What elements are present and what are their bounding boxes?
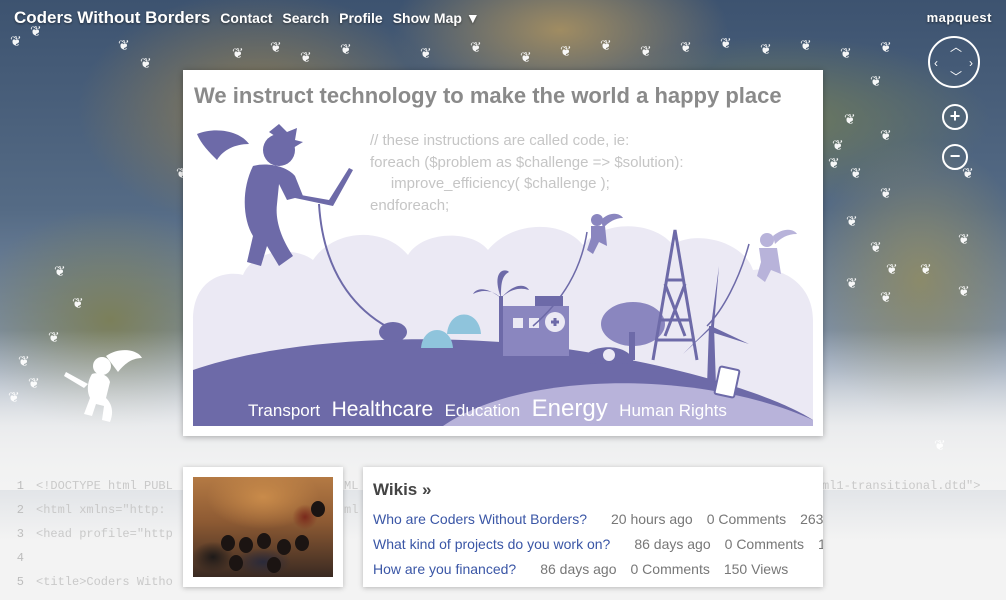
map-angel-icon [64, 350, 142, 422]
wiki-row: Who are Coders Without Borders? 20 hours … [373, 511, 823, 527]
top-nav: Coders Without Borders Contact Search Pr… [14, 8, 480, 28]
line-number: 1 [16, 479, 24, 493]
wiki-views: 263 Vi [800, 511, 823, 527]
line-number: 4 [16, 551, 24, 565]
map-marker-icon[interactable]: ❦ [470, 40, 482, 54]
map-marker-icon[interactable]: ❦ [870, 74, 882, 88]
hero-illustration [193, 124, 813, 426]
map-marker-icon[interactable]: ❦ [18, 354, 30, 368]
code-snippet: // these instructions are called code, i… [370, 132, 684, 214]
topic-healthcare[interactable]: Healthcare [332, 398, 434, 421]
map-marker-icon[interactable]: ❦ [832, 138, 844, 152]
hero-card: We instruct technology to make the world… [183, 70, 823, 436]
mobile-phone-icon [713, 365, 741, 399]
nav-link-show-map[interactable]: Show Map ▼ [393, 10, 480, 26]
map-marker-icon[interactable]: ❦ [48, 330, 60, 344]
wiki-comments: 0 Comments [630, 561, 710, 577]
photo-card [183, 467, 343, 587]
hero-heading: We instruct technology to make the world… [194, 83, 782, 108]
wiki-views: 150 Views [723, 561, 789, 577]
map-marker-icon[interactable]: ❦ [420, 46, 432, 60]
map-marker-icon[interactable]: ❦ [140, 56, 152, 70]
wikis-title[interactable]: Wikis » [373, 480, 431, 500]
map-marker-icon[interactable]: ❦ [118, 38, 130, 52]
wiki-time: 86 days ago [540, 561, 617, 577]
map-marker-icon[interactable]: ❦ [600, 38, 612, 52]
line-number: 3 [16, 527, 24, 541]
nav-link-profile[interactable]: Profile [339, 10, 383, 26]
map-marker-icon[interactable]: ❦ [640, 44, 652, 58]
code-text: <html xmlns="http: [36, 503, 166, 517]
topic-transport[interactable]: Transport [248, 401, 320, 420]
map-marker-icon[interactable]: ❦ [560, 44, 572, 58]
map-marker-icon[interactable]: ❦ [340, 42, 352, 56]
wiki-row: How are you financed? 86 days ago 0 Commen… [373, 561, 802, 577]
map-marker-icon[interactable]: ❦ [300, 50, 312, 64]
map-marker-icon[interactable]: ❦ [870, 240, 882, 254]
map-marker-icon[interactable]: ❦ [920, 262, 932, 276]
map-marker-icon[interactable]: ❦ [10, 34, 22, 48]
topic-energy[interactable]: Energy [532, 395, 608, 422]
wiki-views: 15 [818, 536, 823, 552]
pan-right-icon[interactable]: › [969, 57, 973, 69]
mapquest-logo: mapquest [926, 10, 992, 25]
topic-human-rights[interactable]: Human Rights [619, 401, 727, 420]
line-number: 2 [16, 503, 24, 517]
wiki-link[interactable]: Who are Coders Without Borders? [373, 511, 587, 527]
map-marker-icon[interactable]: ❦ [8, 390, 20, 404]
classroom-photo[interactable] [193, 477, 333, 577]
map-marker-icon[interactable]: ❦ [520, 50, 532, 64]
map-marker-icon[interactable]: ❦ [232, 46, 244, 60]
map-marker-icon[interactable]: ❦ [846, 276, 858, 290]
map-marker-icon[interactable]: ❦ [934, 438, 946, 452]
map-marker-icon[interactable]: ❦ [760, 42, 772, 56]
map-marker-icon[interactable]: ❦ [880, 290, 892, 304]
nav-link-search[interactable]: Search [282, 10, 329, 26]
map-marker-icon[interactable]: ❦ [54, 264, 66, 278]
wiki-comments: 0 Comments [706, 511, 787, 527]
pan-up-icon[interactable]: ︿ [950, 41, 962, 53]
wiki-link[interactable]: How are you financed? [373, 561, 516, 577]
map-marker-icon[interactable]: ❦ [720, 36, 732, 50]
code-text: <!DOCTYPE html PUBL [36, 479, 173, 493]
map-marker-icon[interactable]: ❦ [886, 262, 898, 276]
map-marker-icon[interactable]: ❦ [880, 40, 892, 54]
code-text-fragment: ml1-transitional.dtd"> [822, 479, 981, 493]
pan-left-icon[interactable]: ‹ [934, 57, 938, 69]
topic-list: Transport Healthcare Education Energy Hu… [248, 395, 734, 423]
code-text-fragment: ml [344, 503, 359, 517]
map-marker-icon[interactable]: ❦ [72, 296, 84, 310]
code-text-fragment: ML [344, 479, 359, 493]
wiki-time: 86 days ago [634, 536, 711, 552]
nav-link-contact[interactable]: Contact [220, 10, 272, 26]
map-marker-icon[interactable]: ❦ [844, 112, 856, 126]
map-marker-icon[interactable]: ❦ [840, 46, 852, 60]
line-number: 5 [16, 575, 24, 589]
wiki-row: What kind of projects do you work on? 86 … [373, 536, 823, 552]
map-marker-icon[interactable]: ❦ [850, 166, 862, 180]
map-marker-icon[interactable]: ❦ [958, 284, 970, 298]
map-marker-icon[interactable]: ❦ [800, 38, 812, 52]
map-marker-icon[interactable]: ❦ [28, 376, 40, 390]
map-marker-icon[interactable]: ❦ [880, 128, 892, 142]
pan-down-icon[interactable]: ﹀ [950, 71, 962, 83]
map-marker-icon[interactable]: ❦ [846, 214, 858, 228]
zoom-out-button[interactable]: − [942, 144, 968, 170]
code-text: <head profile="http [36, 527, 173, 541]
map-marker-icon[interactable]: ❦ [680, 40, 692, 54]
map-marker-icon[interactable]: ❦ [828, 156, 840, 170]
topic-education[interactable]: Education [445, 401, 521, 420]
map-marker-icon[interactable]: ❦ [880, 186, 892, 200]
wiki-time: 20 hours ago [610, 511, 693, 527]
map-pan-control[interactable]: ︿ ‹ › ﹀ [928, 36, 980, 88]
map-marker-icon[interactable]: ❦ [962, 166, 974, 180]
wiki-comments: 0 Comments [724, 536, 804, 552]
site-title[interactable]: Coders Without Borders [14, 8, 210, 28]
wikis-card: Wikis » Who are Coders Without Borders? 2… [363, 467, 823, 587]
code-text: <title>Coders Witho [36, 575, 173, 589]
map-marker-icon[interactable]: ❦ [270, 40, 282, 54]
wiki-link[interactable]: What kind of projects do you work on? [373, 536, 610, 552]
zoom-in-button[interactable]: + [942, 104, 968, 130]
map-marker-icon[interactable]: ❦ [958, 232, 970, 246]
